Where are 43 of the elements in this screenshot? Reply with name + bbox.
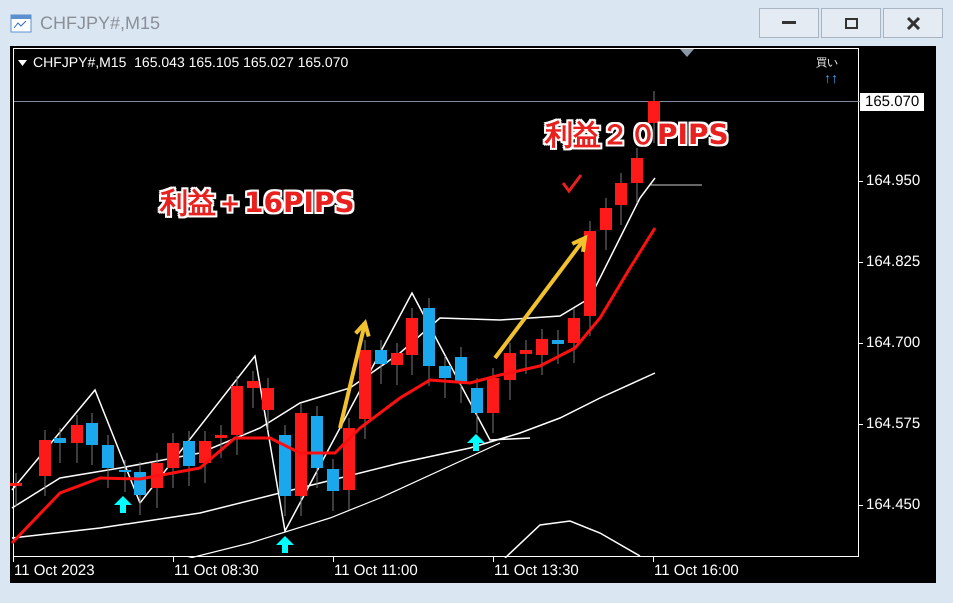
up-arrow-icon — [276, 536, 294, 553]
maximize-button[interactable] — [821, 8, 881, 38]
price-level-line — [650, 184, 702, 186]
up-arrow-icon — [467, 434, 485, 451]
checkmark-icon — [562, 174, 582, 194]
price-axis-label: 164.450 — [866, 496, 920, 514]
price-axis-label: 164.950 — [866, 172, 920, 190]
bullish-candle — [183, 430, 195, 486]
bullish-candle — [471, 378, 483, 434]
bullish-candle — [439, 356, 451, 398]
bullish-candle — [119, 460, 131, 492]
bullish-candle — [54, 428, 66, 464]
bullish-candle — [455, 346, 467, 404]
price-axis-label: 164.700 — [866, 334, 920, 352]
close-icon — [906, 16, 920, 30]
minimize-button[interactable] — [759, 8, 819, 38]
shift-marker-icon — [680, 49, 694, 57]
bullish-candle — [552, 330, 564, 364]
profit-annotation: 利益２０PIPS — [545, 118, 729, 152]
bullish-candle — [86, 412, 98, 466]
price-axis-label: 164.575 — [866, 415, 920, 433]
price-axis-label: 164.825 — [866, 253, 920, 271]
bullish-candle — [327, 458, 339, 512]
chart-header: CHFJPY#,M15 165.043 165.105 165.027 165.070 — [33, 53, 348, 72]
close-button[interactable] — [883, 8, 943, 38]
bullish-candle — [375, 340, 387, 384]
chart-window-icon — [10, 12, 32, 34]
time-axis-label: 11 Oct 2023 — [14, 562, 95, 580]
profit-annotation: 利益＋16PIPS — [160, 186, 355, 220]
window-title: CHFJPY#,M15 — [40, 12, 160, 34]
time-axis-label: 11 Oct 13:30 — [494, 562, 579, 580]
bullish-candle — [134, 462, 146, 516]
time-axis-label: 11 Oct 11:00 — [334, 562, 418, 580]
minimize-icon — [782, 21, 796, 25]
up-arrow-icon — [114, 496, 132, 513]
time-axis-label: 11 Oct 16:00 — [654, 562, 739, 580]
dropdown-triangle-icon[interactable] — [18, 60, 27, 66]
maximize-icon — [844, 18, 858, 28]
bullish-candle — [102, 434, 114, 488]
current-price-label: 165.070 — [860, 93, 924, 111]
time-axis-label: 11 Oct 08:30 — [174, 562, 259, 580]
signal-label: 買い — [816, 56, 838, 70]
signal-arrows: ↑↑ — [824, 70, 838, 86]
